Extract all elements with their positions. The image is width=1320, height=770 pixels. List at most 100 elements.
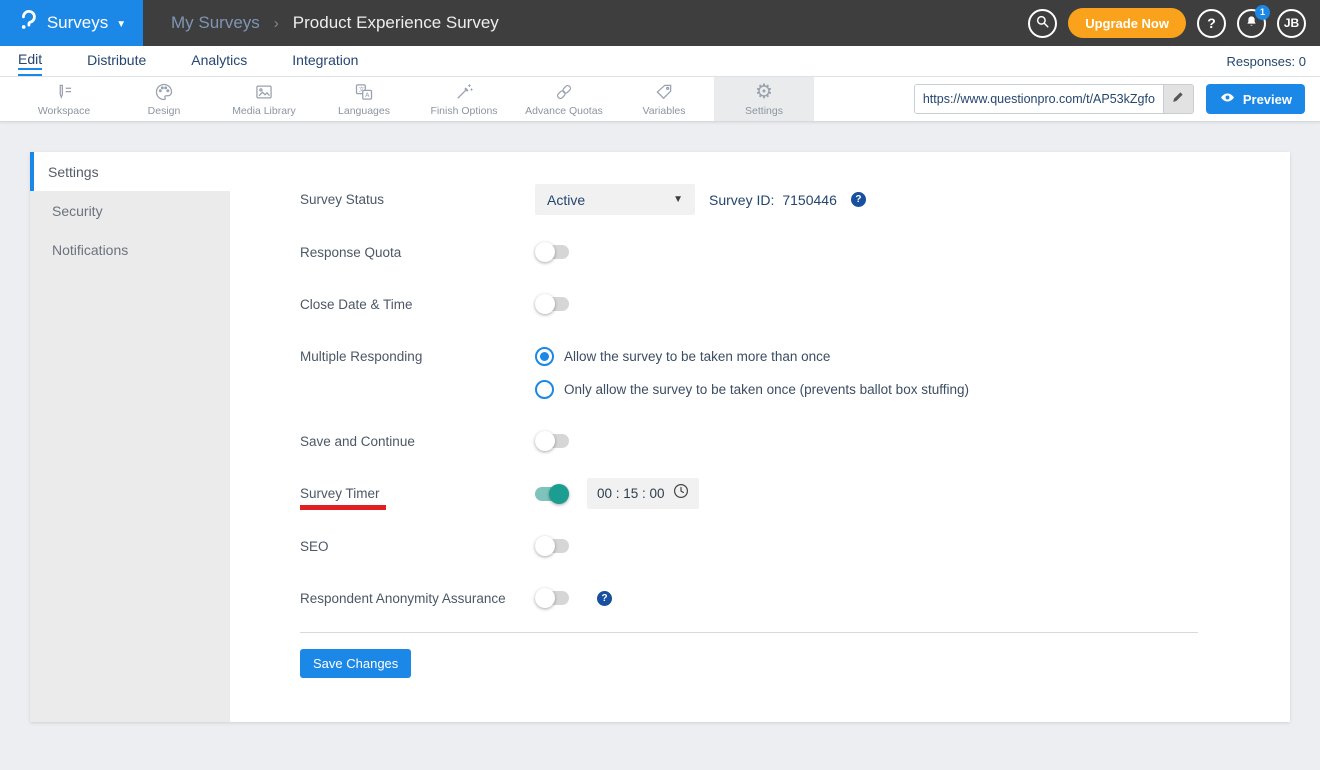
toolbar-item-label: Workspace <box>37 104 91 117</box>
response-quota-row: Response Quota <box>300 237 1290 267</box>
toolbar-item-label: Languages <box>338 104 390 117</box>
toolbar-item-design[interactable]: Design <box>114 77 214 121</box>
tab-integration[interactable]: Integration <box>292 46 358 76</box>
tab-analytics[interactable]: Analytics <box>191 46 247 76</box>
survey-timer-row: Survey Timer 00 : 15 : 00 <box>300 478 1290 510</box>
toolbar-item-label: Finish Options <box>430 104 498 117</box>
preview-button[interactable]: Preview <box>1205 84 1305 114</box>
seo-toggle[interactable] <box>535 536 569 556</box>
help-button[interactable]: ? <box>1197 8 1226 38</box>
toolbar-item-finish-options[interactable]: Finish Options <box>414 77 514 121</box>
seo-row: SEO <box>300 531 1290 561</box>
survey-status-label: Survey Status <box>300 192 385 207</box>
radio-option-once-only[interactable]: Only allow the survey to be taken once (… <box>535 374 969 404</box>
toggle-knob <box>535 588 555 608</box>
breadcrumb-current-survey: Product Experience Survey <box>292 13 499 32</box>
tab-distribute[interactable]: Distribute <box>87 46 146 76</box>
header-actions: Upgrade Now ? 1 JB <box>1028 4 1306 38</box>
chevron-down-icon: ▼ <box>116 18 127 30</box>
responses-count[interactable]: Responses: 0 <box>1227 54 1307 69</box>
edit-url-button[interactable] <box>1162 85 1193 113</box>
toolbar-item-variables[interactable]: Variables <box>614 77 714 121</box>
radio-option-multiple-times[interactable]: Allow the survey to be taken more than o… <box>535 341 969 371</box>
gear-icon: ⚙ <box>755 80 773 103</box>
survey-timer-toggle[interactable] <box>535 483 569 504</box>
settings-sidebar: Settings Security Notifications <box>30 152 230 722</box>
question-mark-icon: ? <box>1207 15 1216 31</box>
toggle-knob <box>535 242 555 262</box>
save-continue-toggle[interactable] <box>535 431 569 451</box>
anonymity-toggle[interactable] <box>535 588 569 608</box>
toolbar-item-label: Variables <box>642 104 686 117</box>
product-switcher[interactable]: Surveys ▼ <box>0 0 143 46</box>
survey-url-field <box>913 84 1194 114</box>
toggle-knob <box>535 431 555 451</box>
search-button[interactable] <box>1028 8 1058 38</box>
toolbar-item-advance-quotas[interactable]: Advance Quotas <box>514 77 614 121</box>
upgrade-now-button[interactable]: Upgrade Now <box>1068 8 1186 38</box>
multiple-responding-row: Multiple Responding Allow the survey to … <box>300 341 1290 404</box>
close-date-row: Close Date & Time <box>300 289 1290 319</box>
toolbar-items: Workspace Design Media Library 文A Langua… <box>14 77 814 121</box>
eye-icon <box>1219 91 1236 107</box>
translate-icon: 文A <box>353 82 375 102</box>
sidebar-item-settings[interactable]: Settings <box>30 152 230 191</box>
settings-card: Settings Security Notifications Survey S… <box>30 152 1290 722</box>
sidebar-item-notifications[interactable]: Notifications <box>30 230 230 269</box>
editor-toolbar: Workspace Design Media Library 文A Langua… <box>0 77 1320 122</box>
anonymity-help-icon[interactable]: ? <box>597 590 612 606</box>
tab-integration-label: Integration <box>292 52 359 68</box>
radio-unselected-icon[interactable] <box>535 379 554 399</box>
workspace-icon <box>53 82 75 102</box>
radio-option-label: Only allow the survey to be taken once (… <box>564 381 969 397</box>
breadcrumb-my-surveys[interactable]: My Surveys <box>171 13 260 33</box>
toolbar-item-languages[interactable]: 文A Languages <box>314 77 414 121</box>
top-header: Surveys ▼ My Surveys › Product Experienc… <box>0 0 1320 46</box>
save-changes-button[interactable]: Save Changes <box>300 649 412 678</box>
survey-id-value: 7150446 <box>782 191 837 208</box>
survey-status-row: Survey Status Active ▼ Survey ID: 715044… <box>300 184 1290 215</box>
save-continue-label: Save and Continue <box>300 433 415 449</box>
search-icon <box>1035 14 1050 32</box>
tab-analytics-label: Analytics <box>191 52 248 68</box>
sidebar-item-security[interactable]: Security <box>30 191 230 230</box>
avatar[interactable]: JB <box>1277 8 1306 38</box>
survey-timer-label-text: Survey Timer <box>300 486 386 510</box>
survey-nav-tabs: Edit Distribute Analytics Integration Re… <box>0 46 1320 77</box>
chevron-down-icon: ▼ <box>673 194 683 205</box>
notifications-button[interactable]: 1 <box>1237 4 1270 38</box>
survey-id-help-icon[interactable]: ? <box>850 192 866 207</box>
toggle-knob <box>535 536 555 556</box>
multiple-responding-options: Allow the survey to be taken more than o… <box>535 341 969 404</box>
survey-timer-value: 00 : 15 : 00 <box>597 486 665 501</box>
chain-links-icon <box>553 82 575 102</box>
tab-edit[interactable]: Edit <box>18 46 43 76</box>
response-quota-toggle[interactable] <box>535 242 569 262</box>
toolbar-item-media-library[interactable]: Media Library <box>214 77 314 121</box>
notification-count-badge: 1 <box>1255 4 1270 20</box>
close-date-toggle[interactable] <box>535 294 569 314</box>
toolbar-item-settings[interactable]: ⚙ Settings <box>714 77 814 121</box>
survey-status-dropdown[interactable]: Active ▼ <box>535 184 695 215</box>
seo-label: SEO <box>300 538 329 554</box>
close-date-label: Close Date & Time <box>300 296 413 312</box>
toolbar-item-workspace[interactable]: Workspace <box>14 77 114 121</box>
response-quota-label: Response Quota <box>300 244 402 260</box>
toggle-knob <box>535 294 555 314</box>
radio-selected-icon[interactable] <box>535 346 554 366</box>
clock-icon <box>673 483 689 504</box>
tab-distribute-label: Distribute <box>87 52 147 68</box>
survey-url-input[interactable] <box>914 85 1163 113</box>
toolbar-item-label: Advance Quotas <box>525 104 603 117</box>
avatar-initials: JB <box>1283 16 1300 30</box>
questionpro-logo-icon <box>17 8 39 39</box>
anonymity-row: Respondent Anonymity Assurance ? <box>300 583 1290 613</box>
tabs-group: Edit Distribute Analytics Integration <box>18 46 358 76</box>
survey-timer-duration-field[interactable]: 00 : 15 : 00 <box>587 478 699 509</box>
survey-id-label: Survey ID: <box>709 191 775 208</box>
svg-text:A: A <box>365 92 370 99</box>
tab-edit-label: Edit <box>18 51 43 70</box>
palette-icon <box>153 82 175 102</box>
save-continue-row: Save and Continue <box>300 426 1290 456</box>
toolbar-item-label: Media Library <box>232 104 296 117</box>
